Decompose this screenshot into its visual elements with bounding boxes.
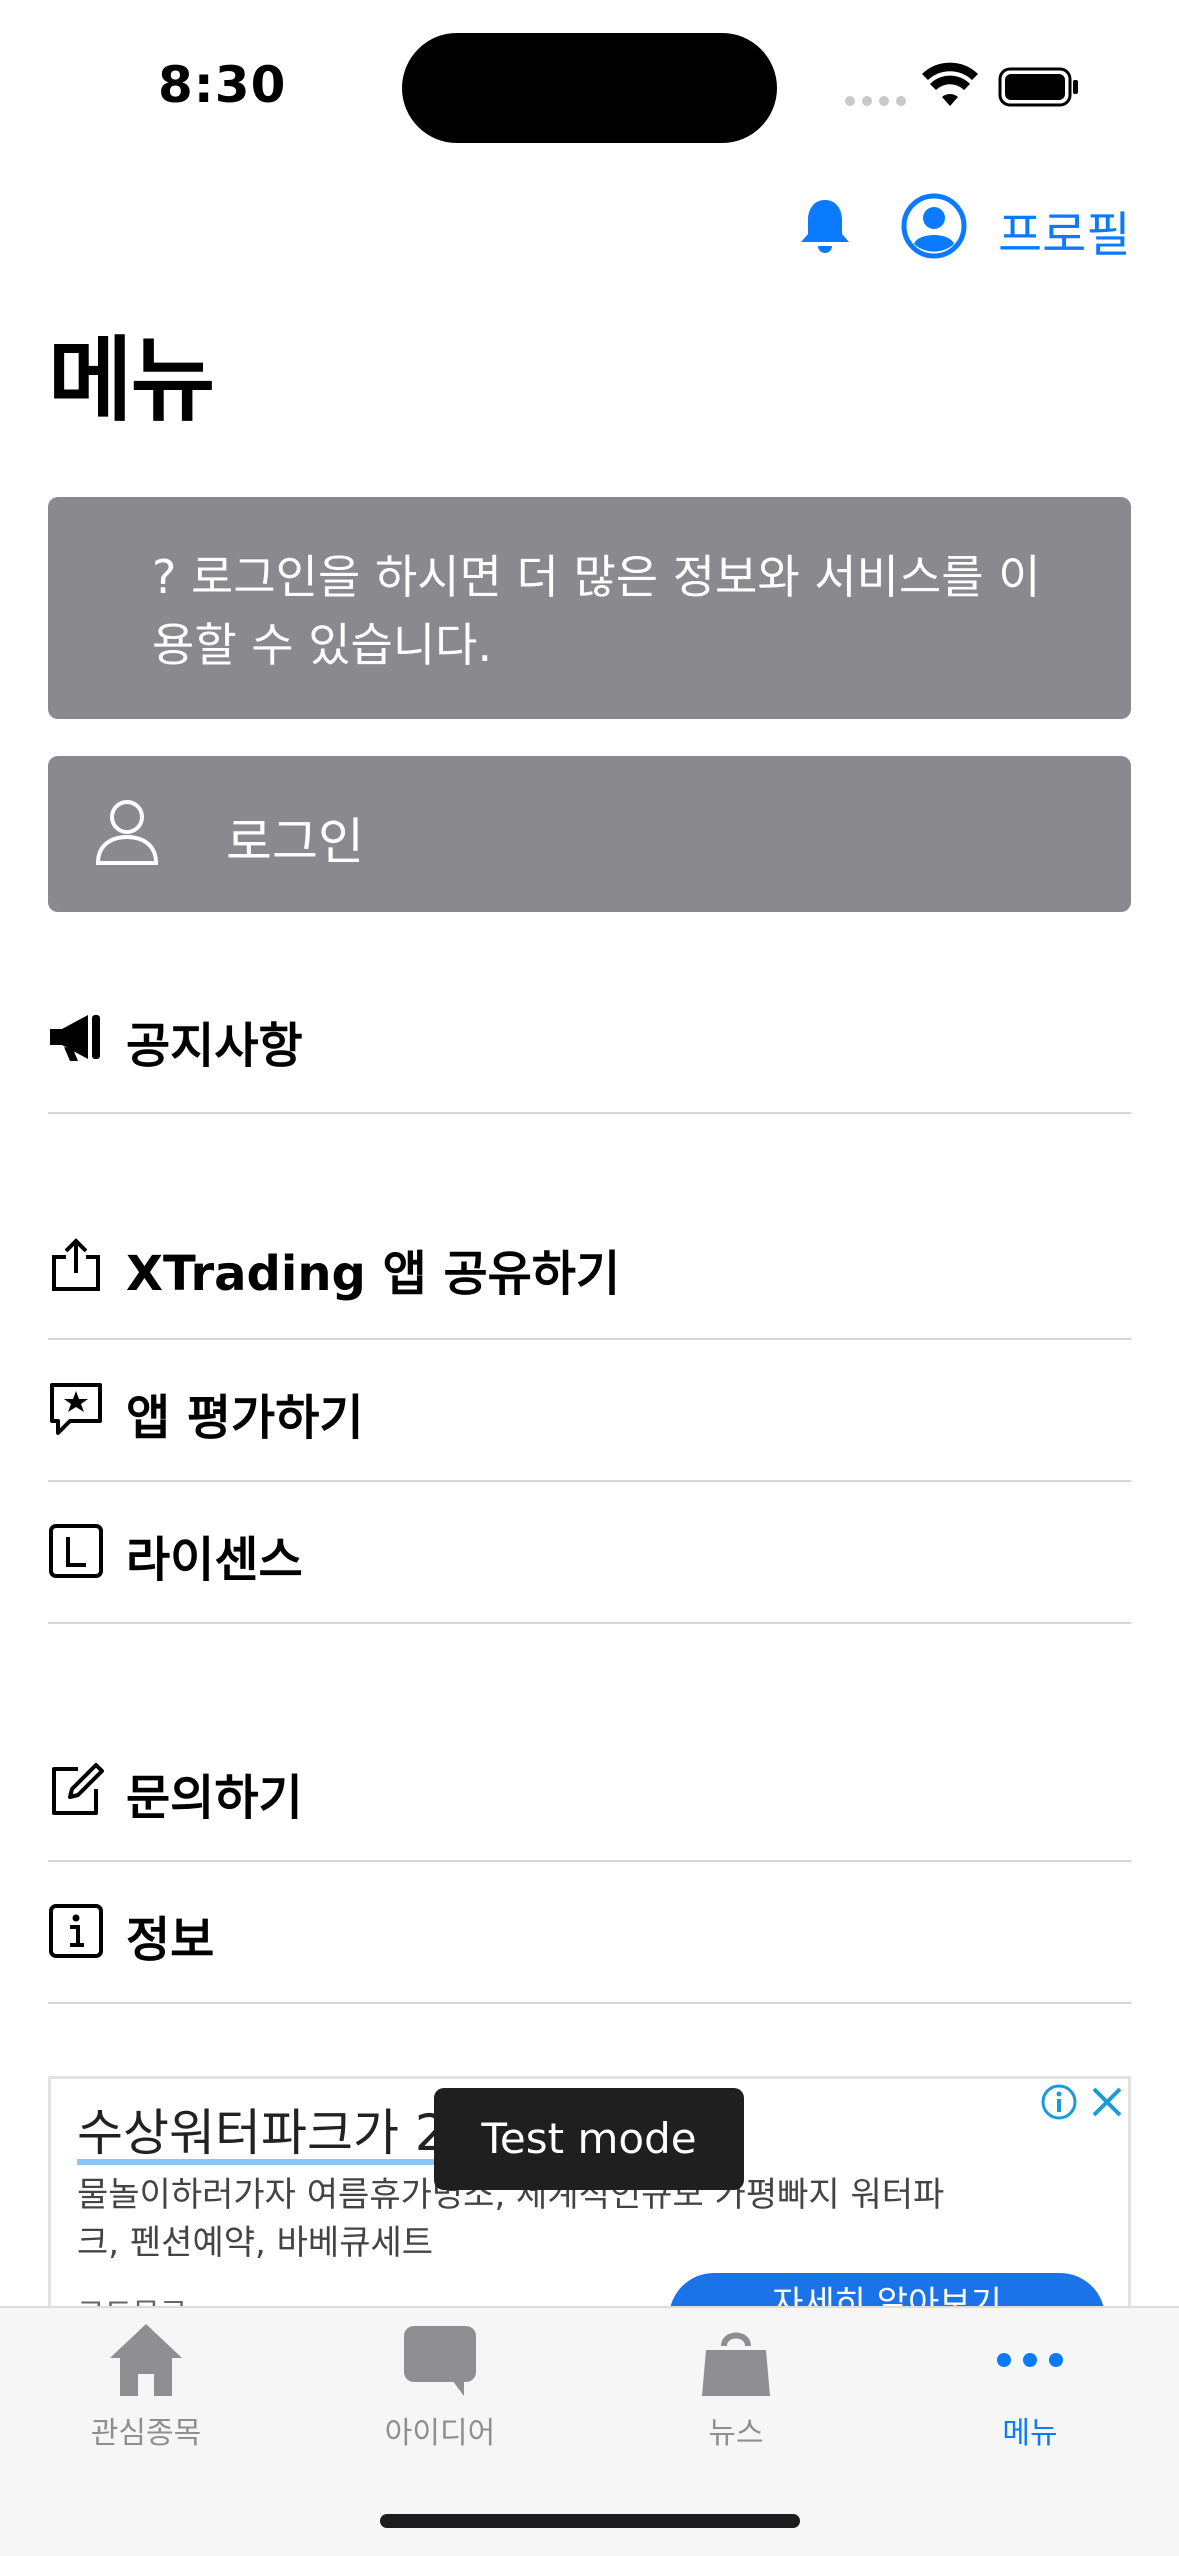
speech-bubble-icon <box>404 2326 476 2396</box>
menu-item-label: XTrading 앱 공유하기 <box>126 1246 621 1302</box>
status-bar: 8:30 <box>0 0 1179 170</box>
menu-item-rate-app[interactable]: 앱 평가하기 <box>48 1338 1131 1480</box>
status-time: 8:30 <box>158 56 287 114</box>
login-button[interactable] <box>48 756 1131 912</box>
menu-item-label: 정보 <box>126 1912 215 1968</box>
page-title: 메뉴 <box>48 327 215 434</box>
login-button-label[interactable]: 로그인 <box>226 802 364 874</box>
menu-item-label: 공지사항 <box>126 1018 303 1074</box>
divider <box>48 1112 1131 1114</box>
share-icon <box>52 1238 100 1291</box>
menu-item-share[interactable]: XTrading 앱 공유하기 <box>48 1194 1131 1336</box>
megaphone-icon <box>50 1015 100 1061</box>
tab-label: 뉴스 <box>708 2416 764 2451</box>
login-notice-text: ? 로그인을 하시면 더 많은 정보와 서비스를 이용할 수 있습니다. <box>152 550 1041 672</box>
menu-item-label: 문의하기 <box>126 1770 303 1826</box>
divider <box>48 2002 1131 2004</box>
tab-ideas[interactable]: 아이디어 <box>340 2320 540 2460</box>
wifi-icon <box>922 62 978 106</box>
tab-label: 메뉴 <box>1002 2416 1058 2451</box>
tab-label: 관심종목 <box>90 2416 202 2451</box>
battery-icon <box>998 67 1078 107</box>
tab-label: 아이디어 <box>384 2416 496 2451</box>
ad-info-icon[interactable] <box>1040 2083 1078 2121</box>
tab-menu[interactable]: 메뉴 <box>930 2320 1130 2460</box>
bell-icon[interactable] <box>798 198 852 254</box>
ad-title[interactable]: 수상워터파크가 2 <box>77 2093 447 2165</box>
divider <box>48 1622 1131 1624</box>
license-icon <box>49 1524 103 1578</box>
ad-title-underline <box>77 2159 437 2165</box>
info-icon <box>49 1904 103 1958</box>
compose-icon <box>52 1763 104 1815</box>
tab-news[interactable]: 뉴스 <box>636 2320 836 2460</box>
star-bubble-icon <box>50 1383 102 1435</box>
person-icon <box>95 800 159 865</box>
menu-item-license[interactable]: 라이센스 <box>48 1480 1131 1622</box>
menu-item-notice[interactable]: 공지사항 <box>48 966 1131 1108</box>
home-indicator[interactable] <box>380 2514 800 2528</box>
bag-icon <box>702 2332 770 2396</box>
menu-item-info[interactable]: 정보 <box>48 1860 1131 2002</box>
close-icon[interactable] <box>1088 2083 1126 2121</box>
tab-watchlist[interactable]: 관심종목 <box>46 2320 246 2460</box>
menu-item-label: 라이센스 <box>126 1532 303 1588</box>
test-mode-toast: Test mode <box>434 2088 744 2190</box>
profile-button[interactable]: 프로필 <box>998 195 1130 265</box>
profile-icon[interactable] <box>900 192 968 260</box>
ellipsis-icon <box>997 2353 1063 2367</box>
menu-item-label: 앱 평가하기 <box>126 1390 364 1446</box>
cellular-signal-icon <box>845 96 907 108</box>
menu-item-inquiry[interactable]: 문의하기 <box>48 1718 1131 1860</box>
dynamic-island <box>402 33 777 143</box>
house-icon <box>110 2324 182 2396</box>
